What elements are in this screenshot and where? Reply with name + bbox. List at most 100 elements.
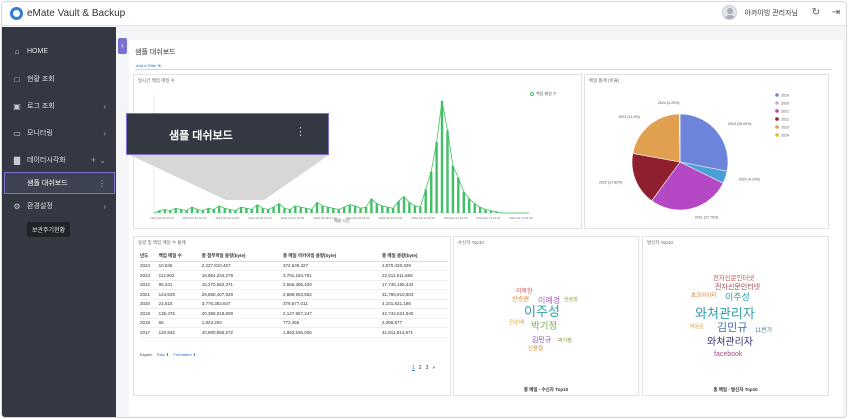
data-bar[interactable]: [424, 189, 427, 213]
data-bar[interactable]: [228, 209, 232, 214]
cloud-word[interactable]: 이주성: [725, 293, 750, 302]
sidebar-subitem-sample-dashboard[interactable]: 샘플 대쉬보드 ⋮: [4, 172, 115, 194]
data-bar[interactable]: [391, 208, 395, 213]
data-bar[interactable]: [310, 209, 313, 214]
data-bar[interactable]: [261, 208, 264, 213]
data-bar[interactable]: [245, 208, 248, 213]
data-bar[interactable]: [473, 203, 476, 213]
collapse-sidebar-button[interactable]: ‹: [118, 38, 127, 54]
data-bar[interactable]: [223, 208, 226, 213]
app-logo[interactable]: eMate Vault & Backup: [10, 7, 125, 20]
legend-label[interactable]: 2019: [781, 93, 789, 97]
data-bar[interactable]: [397, 201, 400, 213]
more-icon[interactable]: ⋮: [295, 125, 306, 138]
sidebar-item-monitoring[interactable]: ▭ 모니터링 ›: [2, 124, 116, 142]
data-bar[interactable]: [435, 142, 438, 213]
data-bar[interactable]: [288, 209, 292, 214]
data-bar[interactable]: [250, 209, 253, 214]
data-bar[interactable]: [321, 205, 324, 213]
avatar[interactable]: [721, 5, 737, 20]
sidebar-item-settings[interactable]: ⚙ 환경설정 ›: [2, 197, 116, 215]
data-bar[interactable]: [326, 207, 330, 213]
cloud-word[interactable]: 전자신문인터넷: [715, 284, 760, 291]
page-link[interactable]: 1: [412, 365, 415, 371]
data-bar[interactable]: [489, 210, 493, 213]
cloud-word[interactable]: 신승권: [512, 296, 529, 303]
cloud-word[interactable]: 박기정: [531, 322, 557, 332]
pie-slice[interactable]: [679, 113, 729, 172]
data-bar[interactable]: [402, 196, 406, 214]
cloud-word[interactable]: facebook: [714, 351, 742, 358]
column-header[interactable]: 총 메일 아카이빙 용량(byte): [283, 252, 383, 262]
data-bar[interactable]: [212, 209, 215, 214]
cloud-word[interactable]: 한정철: [564, 298, 578, 303]
data-bar[interactable]: [419, 207, 422, 213]
data-bar[interactable]: [185, 210, 188, 213]
data-bar[interactable]: [190, 207, 194, 213]
data-bar[interactable]: [451, 165, 455, 213]
data-bar[interactable]: [430, 171, 433, 213]
data-bar[interactable]: [169, 210, 172, 213]
data-bar[interactable]: [294, 205, 297, 213]
page-link[interactable]: 3: [426, 365, 429, 371]
data-bar[interactable]: [277, 203, 281, 213]
cloud-word[interactable]: 전순배: [509, 320, 524, 327]
legend-label[interactable]: 2023: [781, 125, 789, 129]
magnified-menu-item[interactable]: 샘플 대쉬보드 ⋮: [126, 113, 329, 155]
cloud-word[interactable]: 와쳐관리자: [695, 307, 755, 320]
data-bar[interactable]: [158, 210, 161, 213]
data-bar[interactable]: [495, 211, 498, 213]
data-bar[interactable]: [386, 207, 389, 213]
data-bar[interactable]: [440, 100, 444, 213]
data-bar[interactable]: [408, 202, 411, 213]
logout-icon[interactable]: ⇥: [830, 7, 842, 18]
data-bar[interactable]: [337, 209, 340, 214]
page-next-link[interactable]: »: [432, 365, 435, 371]
data-bar[interactable]: [201, 210, 205, 213]
pie-slice[interactable]: [632, 113, 681, 163]
data-bar[interactable]: [381, 205, 384, 213]
data-bar[interactable]: [457, 177, 460, 213]
data-bar[interactable]: [174, 208, 177, 213]
data-bar[interactable]: [234, 210, 237, 213]
legend-label[interactable]: 2020: [781, 101, 789, 105]
data-bar[interactable]: [446, 130, 449, 213]
data-bar[interactable]: [468, 198, 471, 213]
cloud-word[interactable]: 호크아이티: [691, 293, 716, 300]
data-bar[interactable]: [163, 209, 167, 214]
sidebar-item-log[interactable]: ▣ 로그 조회 ›: [2, 97, 116, 115]
data-bar[interactable]: [207, 208, 210, 213]
data-bar[interactable]: [343, 207, 346, 213]
cloud-word[interactable]: 전자신문인터넷: [713, 275, 754, 282]
data-bar[interactable]: [256, 204, 259, 213]
cloud-word[interactable]: 김민규: [717, 323, 747, 334]
export-raw-link[interactable]: Raw ⬇: [157, 352, 169, 357]
data-bar[interactable]: [239, 207, 243, 213]
column-header[interactable]: 총 첨부파일 용량(byte): [201, 252, 284, 262]
data-bar[interactable]: [370, 198, 373, 213]
data-bar[interactable]: [359, 208, 362, 213]
data-bar[interactable]: [272, 207, 275, 213]
cloud-word[interactable]: 박윤순: [690, 325, 704, 330]
data-bar[interactable]: [364, 207, 368, 213]
data-bar[interactable]: [180, 209, 183, 214]
sidebar-item-home[interactable]: ⌂ HOME: [2, 42, 116, 60]
data-bar[interactable]: [315, 202, 319, 213]
column-header[interactable]: 총 메일 용량(byte): [382, 252, 448, 262]
plus-icon[interactable]: +: [91, 155, 96, 165]
add-filter-link[interactable]: Add a Filter ⊕: [136, 63, 161, 68]
data-bar[interactable]: [484, 209, 487, 214]
data-bar[interactable]: [332, 208, 335, 213]
cloud-word[interactable]: 와쳐관리자: [707, 338, 753, 348]
legend-label[interactable]: 2021: [781, 109, 789, 113]
data-bar[interactable]: [305, 208, 308, 213]
data-bar[interactable]: [353, 205, 357, 213]
pie-chart[interactable]: 2019 (28.09%) 2020 (4.19%) 2021 (27.75%) 20…: [585, 75, 830, 230]
sidebar-item-status[interactable]: □ 현황 조회: [2, 70, 116, 88]
user-name[interactable]: 아카이빙 관리자님: [745, 8, 798, 18]
more-icon[interactable]: ⋮: [98, 179, 106, 188]
cloud-word[interactable]: 신용철: [528, 346, 543, 353]
cloud-word[interactable]: 이북헌: [516, 289, 533, 295]
column-header[interactable]: 년도: [140, 252, 159, 262]
legend-label[interactable]: 2024: [781, 133, 789, 137]
